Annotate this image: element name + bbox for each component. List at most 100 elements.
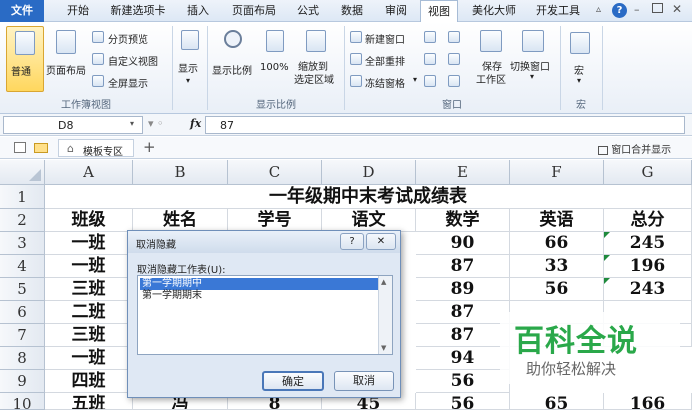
zoom-button[interactable]: 显示比例 bbox=[212, 26, 256, 92]
column-header-c[interactable]: C bbox=[228, 160, 322, 185]
new-window-button[interactable]: 新建窗口 bbox=[350, 30, 412, 46]
tab-review[interactable]: 审阅 bbox=[378, 0, 414, 22]
ok-button[interactable]: 确定 bbox=[262, 371, 324, 391]
macros-button[interactable]: 宏 ▾ bbox=[566, 26, 596, 92]
folder-icon[interactable] bbox=[34, 143, 48, 153]
sync-scroll-icon[interactable] bbox=[448, 53, 460, 65]
name-box[interactable]: D8 ▾ bbox=[3, 116, 143, 134]
data-cell[interactable]: 二班 bbox=[45, 301, 133, 324]
restore-icon[interactable] bbox=[652, 3, 663, 13]
tab-file[interactable]: 文件 bbox=[0, 0, 44, 22]
tab-view[interactable]: 视图 bbox=[420, 0, 458, 23]
sheet-title-cell[interactable]: 一年级期中末考试成绩表 bbox=[45, 185, 692, 209]
data-cell[interactable]: 87 bbox=[416, 255, 510, 278]
fx-icon[interactable]: fx bbox=[190, 117, 201, 130]
tab-data[interactable]: 数据 bbox=[334, 0, 370, 22]
data-cell[interactable]: 三班 bbox=[45, 324, 133, 347]
page-layout-view-button[interactable]: 页面布局 bbox=[46, 26, 88, 92]
column-header-d[interactable]: D bbox=[322, 160, 416, 185]
custom-view-button[interactable]: 自定义视图 bbox=[92, 52, 172, 68]
formula-input[interactable]: 87 bbox=[205, 116, 685, 134]
column-header-f[interactable]: F bbox=[510, 160, 604, 185]
cancel-button[interactable]: 取消 bbox=[334, 371, 394, 391]
row-header-5[interactable]: 5 bbox=[0, 278, 45, 301]
header-cell[interactable]: 班级 bbox=[45, 209, 133, 232]
merge-windows-button[interactable]: 窗口合并显示 bbox=[598, 141, 671, 156]
data-cell[interactable]: 四班 bbox=[45, 370, 133, 393]
header-cell[interactable]: 学号 bbox=[228, 209, 322, 232]
page-break-preview-button[interactable]: 分页预览 bbox=[92, 30, 162, 46]
data-cell[interactable]: 94 bbox=[416, 347, 510, 370]
scroll-up-icon[interactable]: ▲ bbox=[381, 278, 386, 286]
data-cell[interactable]: 三班 bbox=[45, 278, 133, 301]
data-cell[interactable]: 33 bbox=[510, 255, 604, 278]
data-cell[interactable]: 89 bbox=[416, 278, 510, 301]
column-header-b[interactable]: B bbox=[133, 160, 228, 185]
row-header-6[interactable]: 6 bbox=[0, 301, 45, 324]
scroll-down-icon[interactable]: ▼ bbox=[381, 344, 386, 352]
dialog-close-button[interactable]: ✕ bbox=[366, 233, 396, 250]
data-cell[interactable]: 245 bbox=[604, 232, 692, 255]
row-header-10[interactable]: 10 bbox=[0, 393, 45, 413]
add-tab-button[interactable]: + bbox=[143, 138, 156, 156]
header-cell[interactable]: 姓名 bbox=[133, 209, 228, 232]
zoom-100-button[interactable]: 100% bbox=[258, 26, 292, 92]
row-header-3[interactable]: 3 bbox=[0, 232, 45, 255]
help-icon[interactable]: ? bbox=[612, 3, 627, 18]
column-header-g[interactable]: G bbox=[604, 160, 692, 185]
close-icon[interactable]: ✕ bbox=[672, 2, 682, 16]
tab-new-tab[interactable]: 新建选项卡 bbox=[106, 0, 170, 22]
save-workspace-button[interactable]: 保存 工作区 bbox=[474, 26, 508, 92]
header-cell[interactable]: 英语 bbox=[510, 209, 604, 232]
data-cell[interactable]: 87 bbox=[416, 301, 510, 324]
data-cell[interactable]: 66 bbox=[510, 232, 604, 255]
data-cell[interactable]: 56 bbox=[416, 393, 510, 410]
row-header-8[interactable]: 8 bbox=[0, 347, 45, 370]
row-header-9[interactable]: 9 bbox=[0, 370, 45, 393]
row-header-4[interactable]: 4 bbox=[0, 255, 45, 278]
column-header-e[interactable]: E bbox=[416, 160, 510, 185]
list-item[interactable]: 第一学期期中 bbox=[140, 278, 378, 290]
sheet-listbox[interactable]: 第一学期期中 第一学期期末 ▲ ▼ bbox=[137, 275, 393, 355]
data-cell[interactable]: 一班 bbox=[45, 255, 133, 278]
data-cell[interactable]: 一班 bbox=[45, 232, 133, 255]
dialog-help-button[interactable]: ? bbox=[340, 233, 364, 250]
switch-windows-button[interactable]: 切换窗口 ▾ bbox=[510, 26, 554, 92]
data-cell[interactable]: 56 bbox=[416, 370, 510, 393]
unhide-icon[interactable] bbox=[424, 75, 436, 87]
normal-view-button[interactable]: 普通 bbox=[6, 26, 44, 92]
data-cell[interactable]: 87 bbox=[416, 324, 510, 347]
row-header-7[interactable]: 7 bbox=[0, 324, 45, 347]
minimize-icon[interactable]: – bbox=[634, 3, 640, 16]
zoom-to-selection-button[interactable]: 缩放到 选定区域 bbox=[294, 26, 340, 92]
row-header-1[interactable]: 1 bbox=[0, 185, 45, 209]
data-cell[interactable]: 90 bbox=[416, 232, 510, 255]
row-header-2[interactable]: 2 bbox=[0, 209, 45, 232]
data-cell[interactable]: 56 bbox=[510, 278, 604, 301]
split-icon[interactable] bbox=[424, 31, 436, 43]
freeze-panes-button[interactable]: 冻结窗格 ▾ bbox=[350, 74, 422, 90]
header-cell[interactable]: 语文 bbox=[322, 209, 416, 232]
data-cell[interactable]: 196 bbox=[604, 255, 692, 278]
arrange-all-button[interactable]: 全部重排 bbox=[350, 52, 412, 68]
list-item[interactable]: 第一学期期末 bbox=[140, 290, 378, 302]
column-header-a[interactable]: A bbox=[45, 160, 133, 185]
template-zone-tab[interactable]: ⌂ 模板专区 bbox=[58, 139, 134, 158]
reset-position-icon[interactable] bbox=[448, 75, 460, 87]
show-button[interactable]: 显示 ▾ bbox=[176, 26, 204, 92]
header-cell[interactable]: 总分 bbox=[604, 209, 692, 232]
data-cell[interactable]: 一班 bbox=[45, 347, 133, 370]
data-cell[interactable]: 65 bbox=[510, 393, 604, 410]
side-by-side-icon[interactable] bbox=[448, 31, 460, 43]
data-cell[interactable]: 五班 bbox=[45, 393, 133, 410]
tab-beautify-master[interactable]: 美化大师 bbox=[466, 0, 522, 22]
header-cell[interactable]: 数学 bbox=[416, 209, 510, 232]
document-icon[interactable] bbox=[14, 142, 26, 153]
tab-developer[interactable]: 开发工具 bbox=[530, 0, 586, 22]
data-cell[interactable]: 166 bbox=[604, 393, 692, 410]
listbox-scrollbar[interactable]: ▲ ▼ bbox=[378, 276, 392, 354]
full-screen-button[interactable]: 全屏显示 bbox=[92, 74, 162, 90]
tab-insert[interactable]: 插入 bbox=[180, 0, 216, 22]
dialog-title-bar[interactable]: 取消隐藏 ? ✕ bbox=[128, 231, 400, 253]
select-all-corner[interactable] bbox=[0, 160, 45, 185]
